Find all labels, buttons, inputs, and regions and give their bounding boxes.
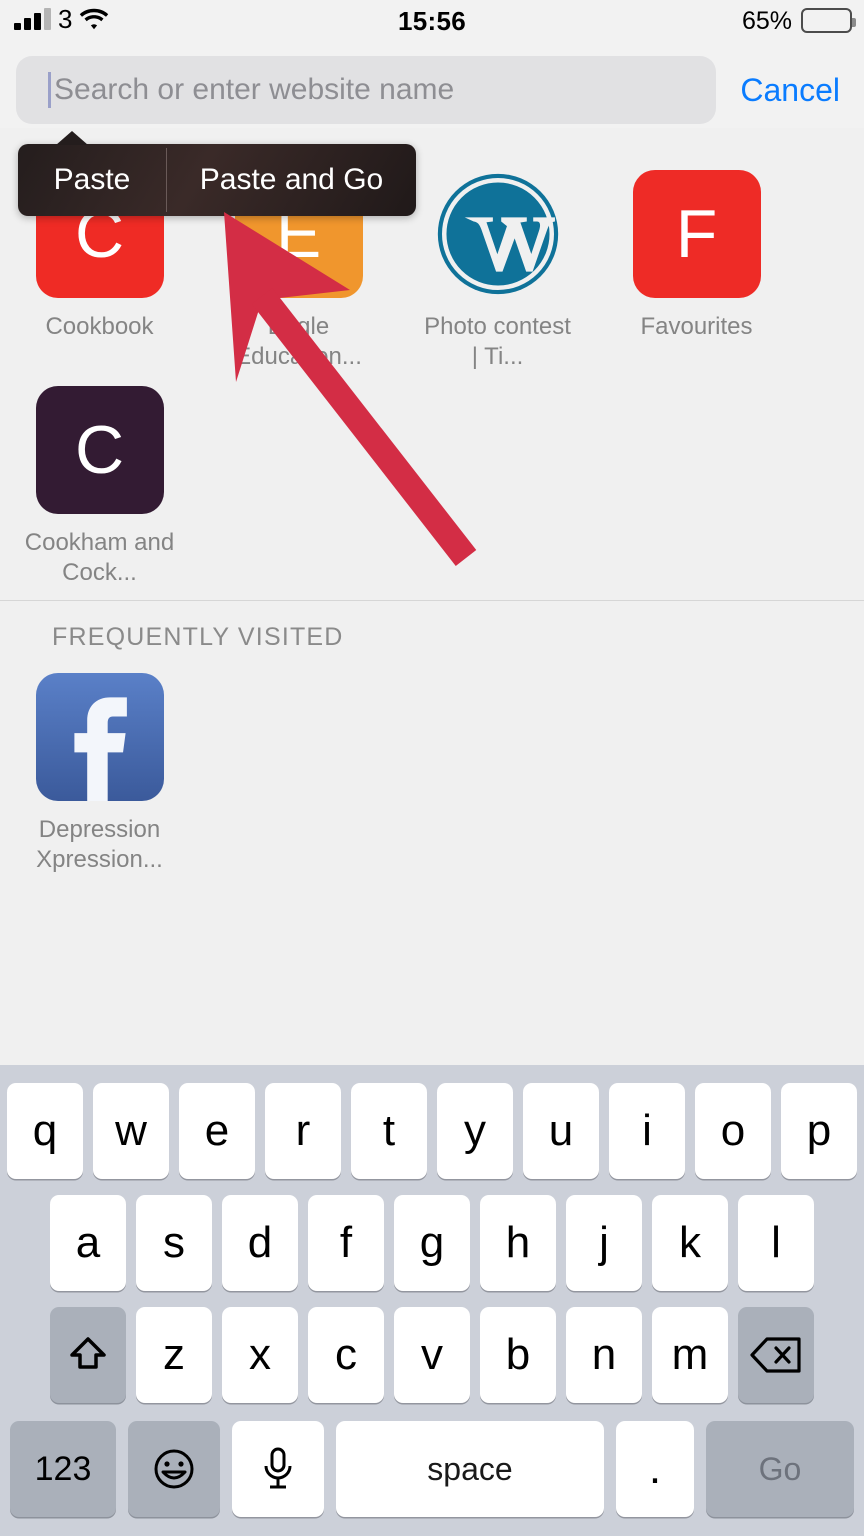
key-k[interactable]: k [652, 1195, 728, 1291]
cancel-button[interactable]: Cancel [716, 72, 848, 109]
paste-button[interactable]: Paste [18, 144, 166, 216]
key-d[interactable]: d [222, 1195, 298, 1291]
text-caret [48, 72, 51, 108]
key-v[interactable]: v [394, 1307, 470, 1403]
key-i[interactable]: i [609, 1083, 685, 1179]
key-q[interactable]: q [7, 1083, 83, 1179]
key-u[interactable]: u [523, 1083, 599, 1179]
key-z[interactable]: z [136, 1307, 212, 1403]
period-key[interactable]: . [616, 1421, 694, 1517]
search-input[interactable]: Search or enter website name [16, 56, 717, 124]
frequent-tile-label: Depression Xpression... [36, 816, 163, 873]
key-l[interactable]: l [738, 1195, 814, 1291]
favorite-tile-label: Cookbook [45, 313, 154, 340]
context-menu-pointer [56, 131, 88, 145]
keyboard-row-1: qwertyuiop [0, 1065, 864, 1179]
key-m[interactable]: m [652, 1307, 728, 1403]
key-x[interactable]: x [222, 1307, 298, 1403]
keyboard-row-2: asdfghjkl [0, 1179, 864, 1291]
battery-percent-label: 65% [741, 6, 792, 35]
favorite-tile-label: Photo contest | Ti... [424, 313, 571, 370]
frequent-tile[interactable]: Depression Xpression... [0, 673, 199, 875]
facebook-logo-icon [35, 673, 164, 801]
key-b[interactable]: b [480, 1307, 556, 1403]
emoji-key[interactable] [128, 1421, 220, 1517]
paste-and-go-button[interactable]: Paste and Go [167, 144, 416, 216]
microphone-icon [264, 1447, 292, 1489]
status-bar: 3 15:56 65% [0, 0, 864, 48]
favorite-tile-label: Favourites [640, 313, 753, 340]
numbers-key[interactable]: 123 [10, 1421, 116, 1517]
section-divider [0, 600, 864, 601]
battery-icon [801, 8, 856, 33]
key-o[interactable]: o [695, 1083, 771, 1179]
keyboard-row-4: 123 space . Go [0, 1403, 864, 1517]
key-p[interactable]: p [781, 1083, 857, 1179]
frequently-visited-grid: Depression Xpression... [0, 673, 199, 889]
key-a[interactable]: a [50, 1195, 126, 1291]
space-key[interactable]: space [336, 1421, 604, 1517]
clock-label: 15:56 [398, 6, 466, 36]
favorite-icon: C [35, 386, 164, 514]
onscreen-keyboard: qwertyuiop asdfghjkl zxcvbnm 123 space .… [0, 1065, 864, 1536]
key-c[interactable]: c [308, 1307, 384, 1403]
emoji-icon [154, 1449, 194, 1489]
key-y[interactable]: y [437, 1083, 513, 1179]
favorite-icon: F [632, 170, 761, 298]
backspace-key[interactable] [738, 1307, 814, 1403]
favorite-tile[interactable]: C Cookham and Cock... [0, 386, 199, 588]
shift-key[interactable] [50, 1307, 126, 1403]
key-h[interactable]: h [480, 1195, 556, 1291]
safari-new-tab-screen: 3 15:56 65% Search or enter website name… [0, 0, 864, 1536]
paste-context-menu: Paste Paste and Go [18, 131, 416, 216]
shift-icon [70, 1337, 106, 1369]
favorite-tile-label: Eagle Education... [235, 313, 362, 370]
key-g[interactable]: g [394, 1195, 470, 1291]
key-s[interactable]: s [136, 1195, 212, 1291]
favorite-icon [434, 170, 562, 298]
go-key[interactable]: Go [706, 1421, 854, 1517]
dictation-key[interactable] [232, 1421, 324, 1517]
frequently-visited-header: FREQUENTLY VISITED [52, 623, 344, 651]
key-t[interactable]: t [351, 1083, 427, 1179]
favorite-tile[interactable]: F Favourites [597, 170, 796, 372]
key-j[interactable]: j [566, 1195, 642, 1291]
status-bar-right: 65% [741, 6, 856, 35]
key-e[interactable]: e [179, 1083, 255, 1179]
key-w[interactable]: w [93, 1083, 169, 1179]
favorite-tile-label: Cookham and Cock... [24, 529, 175, 586]
key-r[interactable]: r [265, 1083, 341, 1179]
keyboard-row-3: zxcvbnm [0, 1291, 864, 1403]
wordpress-logo-icon [437, 173, 558, 295]
search-placeholder: Search or enter website name [54, 73, 455, 106]
key-n[interactable]: n [566, 1307, 642, 1403]
address-bar-row: Search or enter website name Cancel [0, 52, 864, 128]
favorites-panel: C Cookbook E Eagle Education... Photo contes… [0, 128, 864, 1065]
backspace-icon [750, 1337, 801, 1373]
favorite-tile[interactable]: Photo contest | Ti... [398, 170, 597, 372]
key-f[interactable]: f [308, 1195, 384, 1291]
